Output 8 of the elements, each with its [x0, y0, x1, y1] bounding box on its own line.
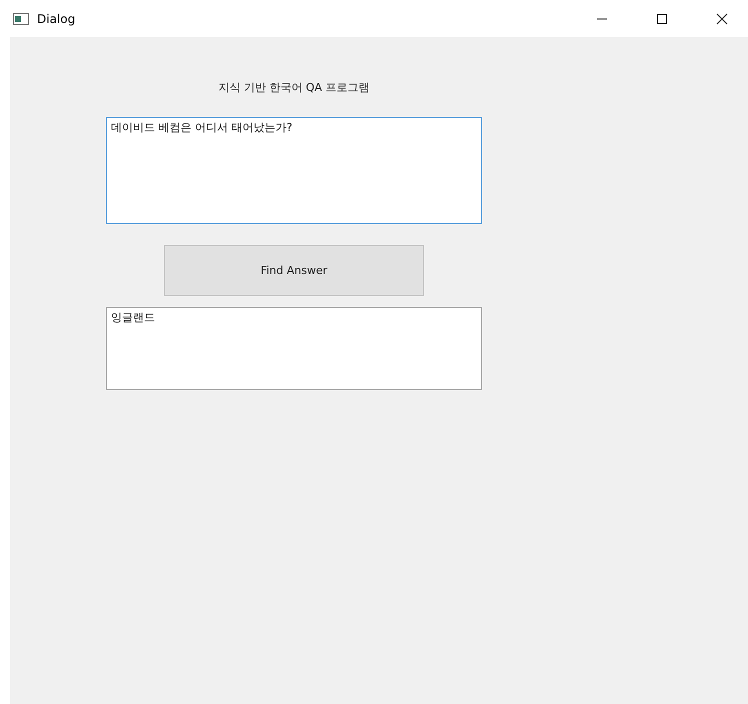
maximize-icon [656, 12, 668, 24]
app-icon [13, 12, 29, 24]
question-field[interactable]: 데이비드 베컴은 어디서 태어났는가? [106, 117, 482, 224]
window-title: Dialog [37, 12, 76, 26]
heading: 지식 기반 한국어 QA 프로그램 [217, 80, 371, 95]
close-icon [716, 12, 728, 24]
find-answer-button[interactable]: Find Answer [164, 245, 424, 296]
answer-field[interactable]: 잉글랜드 [106, 307, 482, 390]
